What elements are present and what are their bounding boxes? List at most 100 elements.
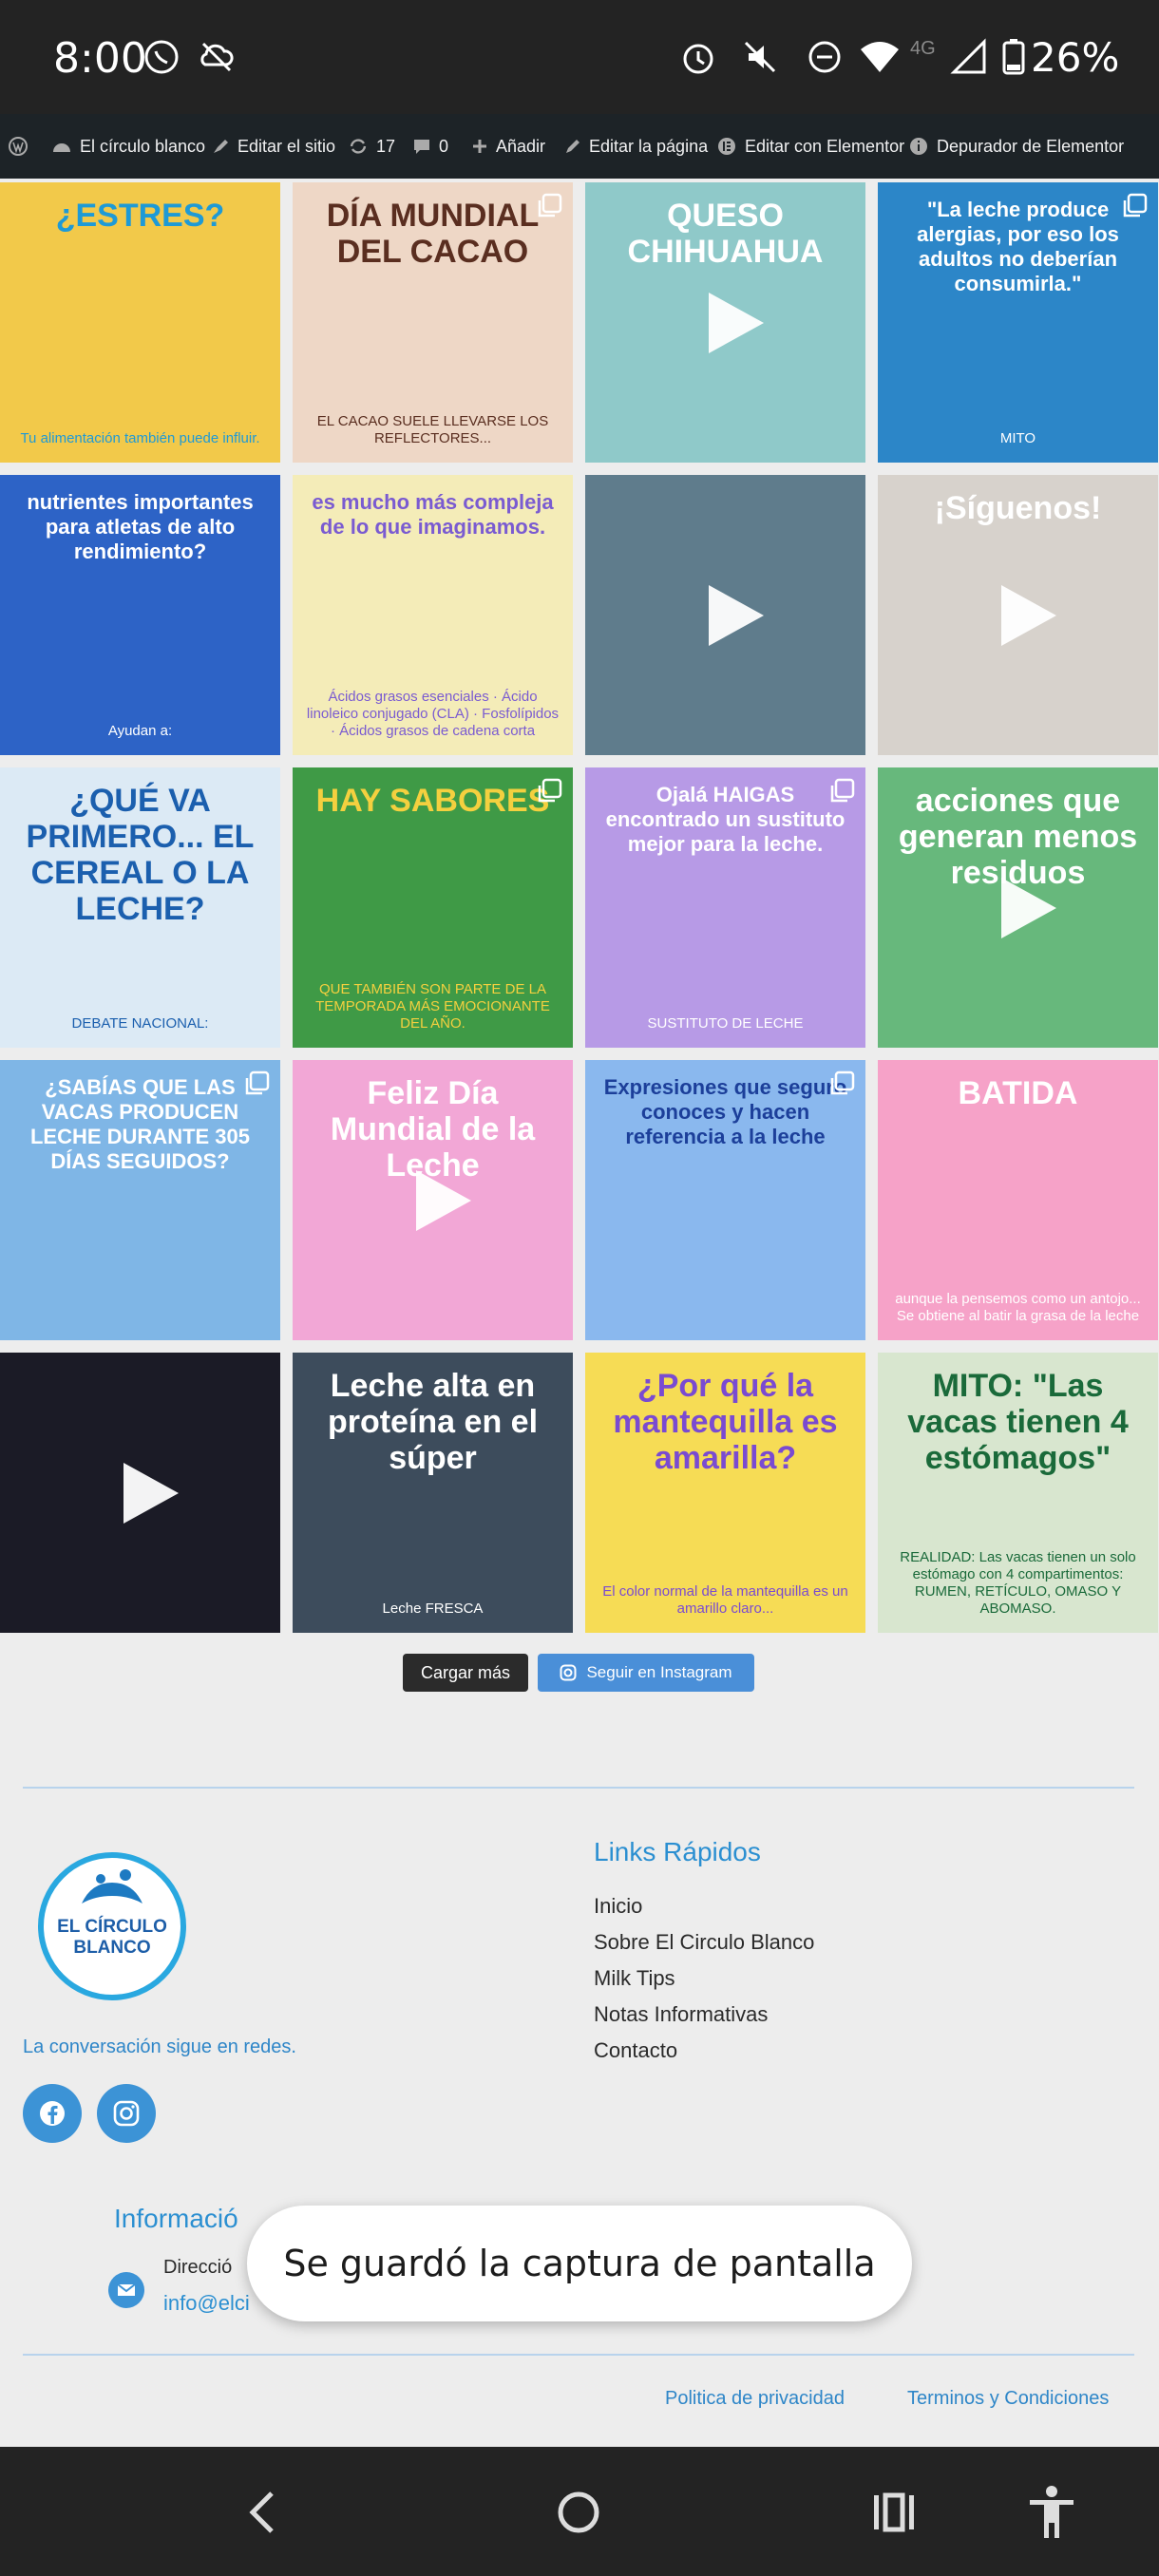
pencil-icon bbox=[566, 140, 580, 153]
post-subtext: Leche FRESCA bbox=[382, 1601, 484, 1617]
footer-bottom-divider bbox=[23, 2354, 1134, 2356]
instagram-post[interactable]: ¿SABÍAS QUE LAS VACAS PRODUCEN LECHE DUR… bbox=[0, 1060, 280, 1340]
play-icon bbox=[1000, 877, 1056, 938]
email-link[interactable]: info@elci bbox=[163, 2291, 250, 2316]
post-caption: Ojalá HAIGAS encontrado un sustituto mej… bbox=[605, 783, 846, 856]
elementor-debugger-label: Depurador de Elementor bbox=[937, 136, 1125, 156]
instagram-feed: ¿ESTRES? Tu alimentación también puede in… bbox=[0, 182, 1159, 1634]
instagram-post[interactable]: ¿QUÉ VA PRIMERO... EL CEREAL O LA LECHE?… bbox=[0, 767, 280, 1048]
post-subtext: MITO bbox=[999, 430, 1036, 446]
updates-menu[interactable]: 17 bbox=[348, 114, 395, 179]
post-caption: Expresiones que seguro conoces y hacen r… bbox=[603, 1075, 847, 1148]
play-icon bbox=[1000, 584, 1056, 646]
instagram-post[interactable]: ¿Por qué la mantequilla es amarilla? El c… bbox=[585, 1353, 865, 1633]
signal-icon bbox=[950, 38, 986, 74]
wordpress-logo-icon bbox=[9, 137, 28, 156]
site-logo[interactable]: EL CÍRCULO BLANCO bbox=[38, 1852, 186, 2000]
dnd-icon bbox=[808, 41, 841, 73]
alarm-icon bbox=[683, 44, 713, 74]
accessibility-button[interactable] bbox=[1020, 2481, 1083, 2544]
home-button[interactable] bbox=[547, 2481, 610, 2544]
network-type: 4G bbox=[910, 38, 936, 59]
screenshot-saved-toast: Se guardó la captura de pantalla bbox=[247, 2206, 912, 2321]
recents-button[interactable] bbox=[863, 2481, 925, 2544]
footer-link-contacto[interactable]: Contacto bbox=[594, 2038, 677, 2063]
play-icon bbox=[123, 1462, 179, 1524]
accessibility-icon bbox=[1030, 2486, 1074, 2538]
follow-instagram-label: Seguir en Instagram bbox=[586, 1663, 732, 1681]
post-caption: MITO: "Las vacas tienen 4 estómagos" bbox=[907, 1368, 1129, 1476]
facebook-link[interactable] bbox=[23, 2084, 82, 2143]
elementor-edit-label: Editar con Elementor bbox=[745, 136, 905, 156]
instagram-post[interactable] bbox=[585, 475, 865, 755]
footer-link-inicio[interactable]: Inicio bbox=[594, 1894, 642, 1919]
instagram-post[interactable]: BATIDA aunque la pensemos como un antojo.… bbox=[878, 1060, 1158, 1340]
instagram-post[interactable]: QUESO CHIHUAHUA bbox=[585, 182, 865, 463]
post-caption: Leche alta en proteína en el súper bbox=[327, 1368, 539, 1476]
privacy-policy-link[interactable]: Politica de privacidad bbox=[665, 2388, 845, 2410]
post-subtext: EL CACAO SUELE LLEVARSE LOS REFLECTORES.… bbox=[316, 413, 549, 446]
post-caption: Feliz Día Mundial de la Leche bbox=[330, 1075, 536, 1184]
post-caption: ¿QUÉ VA PRIMERO... EL CEREAL O LA LECHE? bbox=[26, 783, 255, 927]
instagram-link[interactable] bbox=[97, 2084, 156, 2143]
post-caption: ¿ESTRES? bbox=[55, 198, 225, 234]
comment-icon bbox=[414, 140, 429, 154]
post-subtext: El color normal de la mantequilla es un … bbox=[602, 1583, 848, 1617]
site-name-menu[interactable]: El círculo blanco bbox=[51, 114, 205, 179]
elementor-icon bbox=[718, 138, 735, 155]
post-subtext: QUE TAMBIÉN SON PARTE DE LA TEMPORADA MÁ… bbox=[315, 981, 550, 1032]
back-button[interactable] bbox=[231, 2481, 294, 2544]
facebook-icon bbox=[40, 2101, 65, 2126]
mail-icon bbox=[108, 2272, 144, 2308]
instagram-post[interactable]: acciones que generan menos residuos bbox=[878, 767, 1158, 1048]
instagram-post[interactable]: ¿ESTRES? Tu alimentación también puede in… bbox=[0, 182, 280, 463]
instagram-post[interactable]: Feliz Día Mundial de la Leche bbox=[293, 1060, 573, 1340]
post-caption: ¡Síguenos! bbox=[934, 490, 1102, 526]
edit-page-menu[interactable]: Editar la página bbox=[564, 114, 708, 179]
instagram-post[interactable]: Leche alta en proteína en el súper Leche … bbox=[293, 1353, 573, 1633]
post-subtext: SUSTITUTO DE LECHE bbox=[647, 1015, 804, 1032]
post-caption: nutrientes importantes para atletas de a… bbox=[27, 490, 254, 563]
instagram-icon bbox=[113, 2100, 140, 2127]
instagram-post[interactable]: DÍA MUNDIAL DEL CACAO EL CACAO SUELE LLEV… bbox=[293, 182, 573, 463]
post-caption: HAY SABORES bbox=[315, 783, 550, 819]
post-subtext: DEBATE NACIONAL: bbox=[71, 1015, 209, 1032]
footer-link-milk-tips[interactable]: Milk Tips bbox=[594, 1966, 675, 1991]
instagram-post[interactable]: nutrientes importantes para atletas de a… bbox=[0, 475, 280, 755]
footer-link-notas[interactable]: Notas Informativas bbox=[594, 2002, 768, 2027]
wordpress-menu[interactable] bbox=[8, 114, 28, 179]
post-caption: DÍA MUNDIAL DEL CACAO bbox=[326, 198, 540, 270]
new-content-label: Añadir bbox=[496, 136, 546, 156]
instagram-post[interactable]: MITO: "Las vacas tienen 4 estómagos" REAL… bbox=[878, 1353, 1158, 1633]
customize-label: Editar el sitio bbox=[238, 136, 336, 156]
instagram-post[interactable]: Expresiones que seguro conoces y hacen r… bbox=[585, 1060, 865, 1340]
instagram-post[interactable] bbox=[0, 1353, 280, 1633]
instagram-post[interactable]: HAY SABORES QUE TAMBIÉN SON PARTE DE LA T… bbox=[293, 767, 573, 1048]
load-more-button[interactable]: Cargar más bbox=[403, 1654, 528, 1692]
elementor-edit-menu[interactable]: Editar con Elementor bbox=[716, 114, 904, 179]
play-icon bbox=[708, 584, 764, 646]
comments-count: 0 bbox=[439, 136, 449, 156]
footer-top-divider bbox=[23, 1787, 1134, 1789]
updates-count: 17 bbox=[376, 136, 396, 156]
terms-link[interactable]: Terminos y Condiciones bbox=[907, 2388, 1109, 2410]
recents-icon bbox=[874, 2492, 914, 2532]
comments-menu[interactable]: 0 bbox=[412, 114, 448, 179]
instagram-post[interactable]: "La leche produce alergias, por eso los … bbox=[878, 182, 1158, 463]
status-time: 8:00 bbox=[53, 34, 147, 83]
follow-instagram-button[interactable]: Seguir en Instagram bbox=[538, 1654, 754, 1692]
footer-tagline: La conversación sigue en redes. bbox=[23, 2036, 296, 2057]
carousel-icon bbox=[830, 1070, 855, 1095]
wp-admin-bar: El círculo blanco Editar el sitio 17 0 A… bbox=[0, 114, 1159, 179]
instagram-post[interactable]: ¡Síguenos! bbox=[878, 475, 1158, 755]
battery-percent: 26% bbox=[1031, 34, 1120, 81]
play-icon bbox=[415, 1169, 471, 1231]
new-content-menu[interactable]: Añadir bbox=[471, 114, 545, 179]
mute-icon bbox=[744, 41, 776, 73]
instagram-post[interactable]: es mucho más compleja de lo que imaginam… bbox=[293, 475, 573, 755]
elementor-debugger-menu[interactable]: Depurador de Elementor bbox=[908, 114, 1124, 179]
instagram-post[interactable]: Ojalá HAIGAS encontrado un sustituto mej… bbox=[585, 767, 865, 1048]
customize-menu[interactable]: Editar el sitio bbox=[211, 114, 335, 179]
whatsapp-icon bbox=[144, 40, 179, 74]
footer-link-sobre[interactable]: Sobre El Circulo Blanco bbox=[594, 1930, 814, 1955]
